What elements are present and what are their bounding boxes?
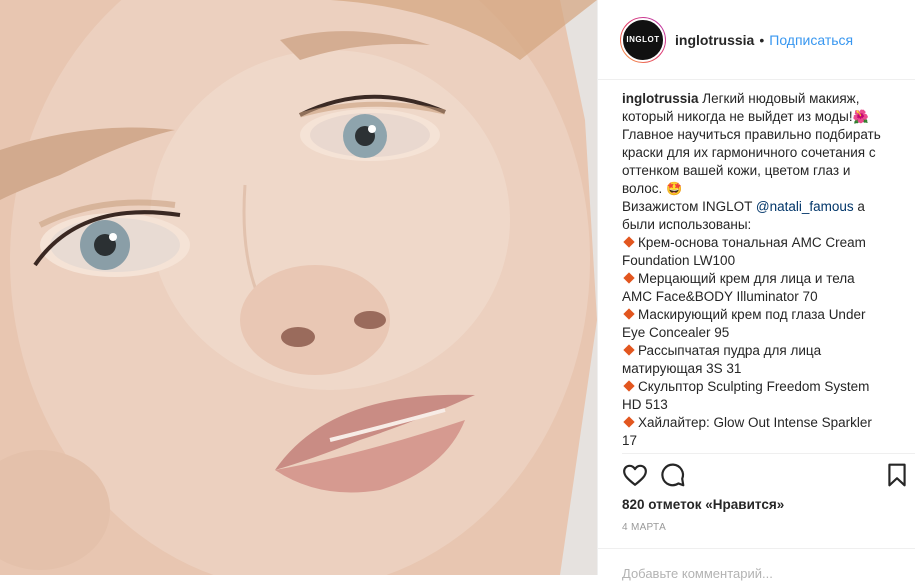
product-name-line: Хайлайтер: Glow Out Intense Sparkler: [638, 415, 872, 430]
avatar[interactable]: INGLOT: [621, 17, 665, 62]
caption-username[interactable]: inglotrussia: [622, 91, 699, 106]
instagram-post: INGLOT inglotrussia • Подписаться inglot…: [0, 0, 915, 583]
header-separator: •: [759, 31, 765, 48]
orange-diamond-icon: [623, 272, 635, 284]
post-side-panel: INGLOT inglotrussia • Подписаться inglot…: [597, 0, 915, 583]
post-header: INGLOT inglotrussia • Подписаться: [598, 0, 915, 80]
speech-bubble-icon[interactable]: [660, 462, 688, 490]
orange-diamond-icon: [623, 236, 635, 248]
product-item: Рассыпчатая пудра для лица: [622, 342, 892, 360]
likes-count[interactable]: 820 отметок «Нравится»: [622, 497, 784, 512]
avatar-story-ring[interactable]: INGLOT: [620, 16, 666, 63]
product-name-line: Eye Concealer 95: [622, 325, 730, 340]
product-name-line: Рассыпчатая пудра для лица: [638, 343, 822, 358]
product-item: Хайлайтер: Glow Out Intense Sparkler: [622, 414, 892, 432]
caption-line-2: который никогда не выйдет из моды!🌺: [622, 108, 892, 126]
post-date[interactable]: 4 МАРТА: [622, 522, 666, 533]
product-name-line: матирующая 3S 31: [622, 361, 742, 376]
follow-button[interactable]: Подписаться: [769, 32, 853, 48]
artist-suffix: а: [853, 199, 865, 214]
orange-diamond-icon: [623, 344, 635, 356]
product-name-line: Маскирующий крем под глаза Under: [638, 307, 866, 322]
product-name-line: Скульптор Sculpting Freedom System: [638, 379, 870, 394]
product-name-line: Foundation LW100: [622, 253, 736, 268]
star-struck-emoji-icon: 🤩: [666, 181, 683, 196]
caption-text-line: Главное научиться правильно подбирать: [622, 127, 881, 142]
product-item: Маскирующий крем под глаза Under: [622, 306, 892, 324]
caption-text-line: который никогда не выйдет из моды!: [622, 109, 853, 124]
header-username[interactable]: inglotrussia: [675, 32, 754, 48]
bookmark-icon[interactable]: [884, 462, 912, 490]
post-photo[interactable]: [0, 0, 597, 575]
product-item: Скульптор Sculpting Freedom System: [622, 378, 892, 396]
product-item: Мерцающий крем для лица и тела: [622, 270, 892, 288]
actions-divider: [622, 453, 915, 454]
product-name-line: Мерцающий крем для лица и тела: [638, 271, 855, 286]
post-caption: inglotrussia Легкий нюдовый макияж, кото…: [622, 90, 892, 450]
orange-diamond-icon: [623, 416, 635, 428]
caption-line-1: inglotrussia Легкий нюдовый макияж,: [622, 90, 892, 108]
comment-input[interactable]: [622, 563, 892, 583]
model-face-illustration: [0, 0, 597, 575]
product-name-line: AMC Face&BODY Illuminator 70: [622, 289, 818, 304]
orange-diamond-icon: [623, 308, 635, 320]
artist-mention-link[interactable]: @natali_famous: [756, 199, 854, 214]
avatar-logo-text: INGLOT: [626, 35, 660, 44]
heart-outline-icon[interactable]: [622, 462, 650, 490]
orange-diamond-icon: [623, 380, 635, 392]
product-name-line: HD 513: [622, 397, 668, 412]
caption-line-6: волос. 🤩: [622, 180, 892, 198]
caption-artist-line: Визажистом INGLOT @natali_famous а: [622, 198, 892, 216]
product-name-line: 17: [622, 433, 638, 448]
caption-text-line: оттенком вашей кожи, цветом глаз и: [622, 163, 851, 178]
comment-bar: [598, 548, 915, 583]
post-actions: [622, 462, 912, 492]
product-name-line: Крем-основа тональная AMC Cream: [638, 235, 866, 250]
caption-text-line: волос.: [622, 181, 663, 196]
flower-emoji-icon: 🌺: [852, 109, 869, 124]
caption-text-line: Легкий нюдовый макияж,: [698, 91, 860, 106]
artist-prefix: Визажистом INGLOT: [622, 199, 756, 214]
product-item: Крем-основа тональная AMC Cream: [622, 234, 892, 252]
caption-text-line: краски для их гармоничного сочетания с: [622, 145, 876, 160]
caption-text-line: были использованы:: [622, 217, 752, 232]
